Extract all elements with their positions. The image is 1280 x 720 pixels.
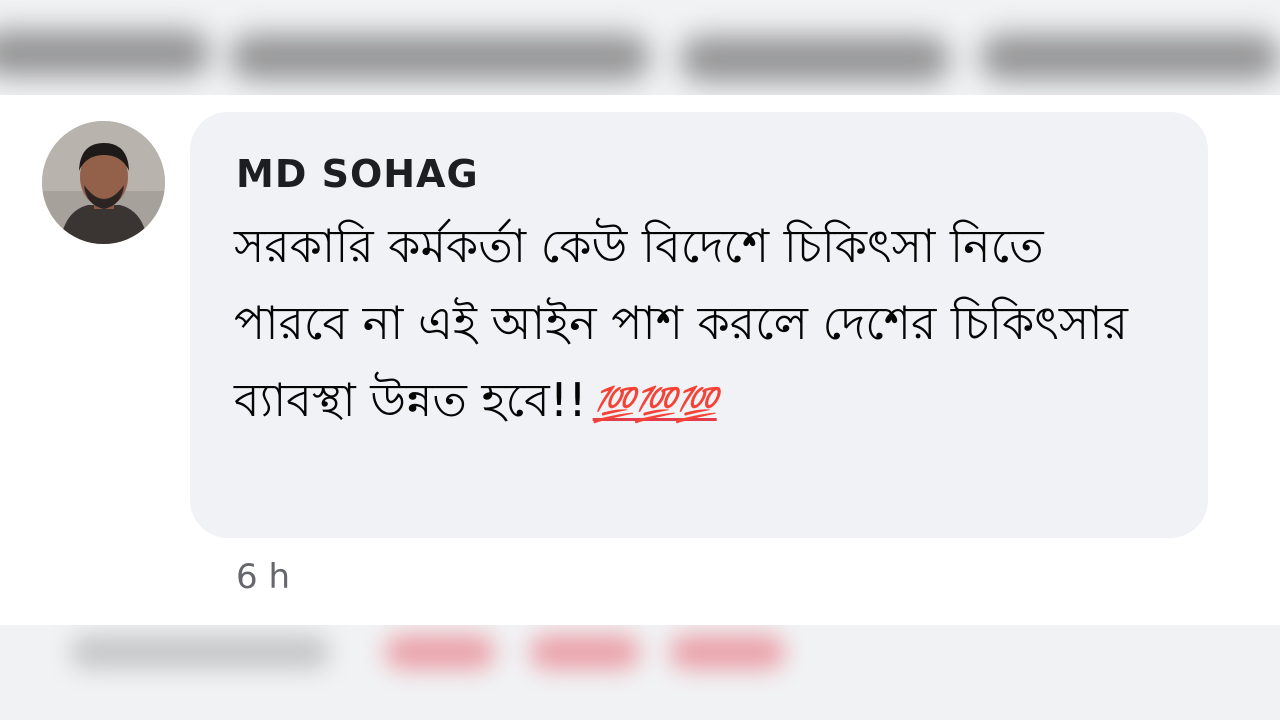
blurred-next-content [0,625,1280,720]
blurred-previous-content [0,0,1280,95]
comment-timestamp[interactable]: 6 h [236,557,290,597]
comment-body: সরকারি কর্মকর্তা কেউ বিদেশে চিকিৎসা নিতে… [234,208,1164,444]
comment-author-name[interactable]: MD SOHAG [236,152,479,196]
avatar[interactable] [42,121,165,244]
comment-item: MD SOHAG সরকারি কর্মকর্তা কেউ বিদেশে চিক… [0,95,1280,625]
comment-screenshot: MD SOHAG সরকারি কর্মকর্তা কেউ বিদেশে চিক… [0,0,1280,720]
hundred-points-emoji: 💯💯💯 [592,385,718,425]
comment-bubble: MD SOHAG সরকারি কর্মকর্তা কেউ বিদেশে চিক… [190,112,1208,538]
